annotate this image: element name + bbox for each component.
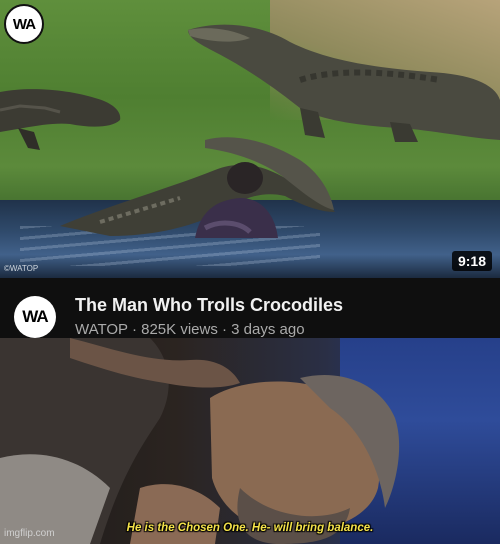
video-duration-badge: 9:18 xyxy=(451,251,492,271)
movie-still: He is the Chosen One. He- will bring bal… xyxy=(0,338,500,544)
imgflip-watermark: imgflip.com xyxy=(4,528,55,539)
movie-subtitle: He is the Chosen One. He- will bring bal… xyxy=(126,522,374,534)
crocodiles-illustration xyxy=(0,24,500,238)
watop-logo: WA xyxy=(4,4,44,44)
video-thumbnail[interactable]: WA ©WATOP 9:18 xyxy=(0,0,500,278)
video-title[interactable]: The Man Who Trolls Crocodiles xyxy=(75,295,343,316)
bottom-crocodile xyxy=(60,137,335,236)
video-info-bar[interactable]: WA The Man Who Trolls Crocodiles WATOP ·… xyxy=(0,278,500,338)
left-alligator xyxy=(0,89,121,150)
thumbnail-watermark: ©WATOP xyxy=(4,264,39,273)
channel-avatar-text: WA xyxy=(22,307,48,326)
watop-logo-text: WA xyxy=(12,15,36,33)
channel-avatar[interactable]: WA xyxy=(14,296,56,338)
hand xyxy=(130,484,220,544)
movie-scene-illustration xyxy=(0,338,400,544)
right-alligator xyxy=(188,24,500,142)
video-meta: WATOP · 825K views · 3 days ago xyxy=(75,321,305,338)
